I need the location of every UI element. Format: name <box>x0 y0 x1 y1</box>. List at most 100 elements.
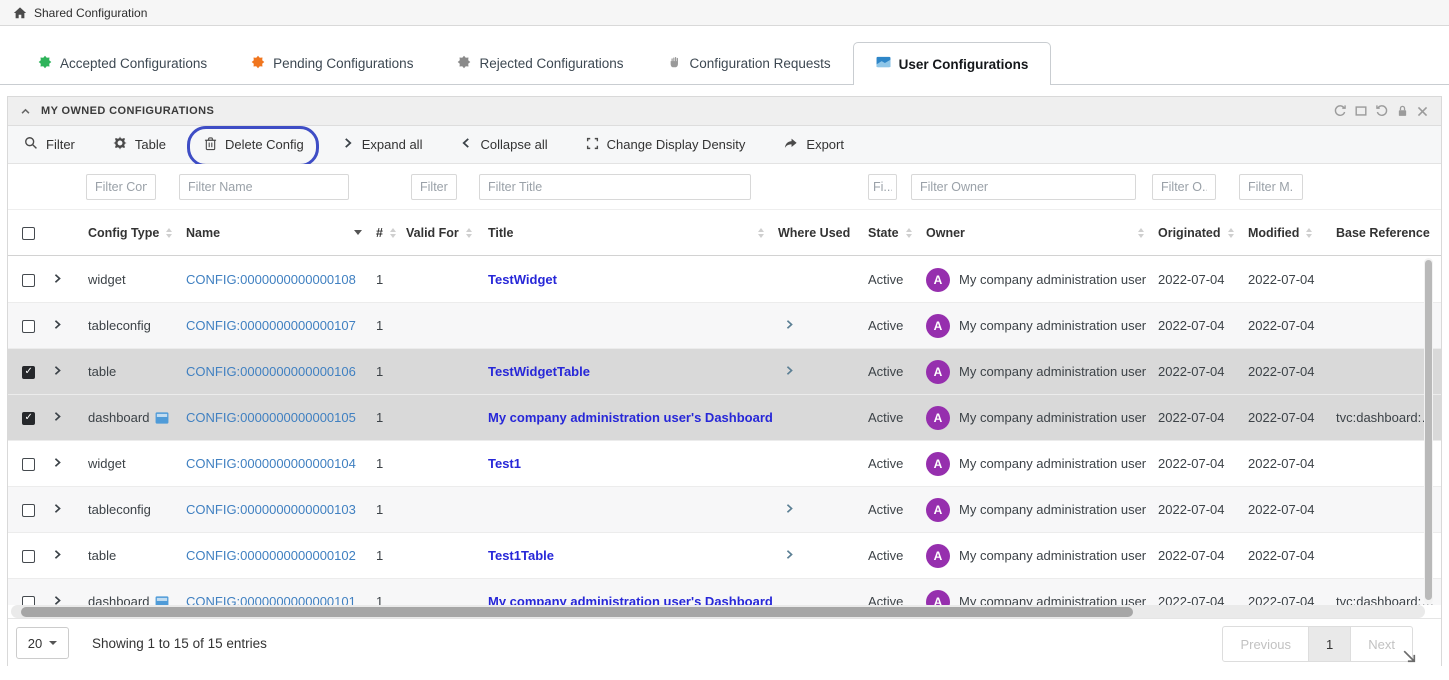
filter-originated-input[interactable] <box>1152 174 1216 200</box>
pagination: Previous 1 Next <box>1222 626 1413 662</box>
sort-icon[interactable] <box>758 228 764 238</box>
sort-icon[interactable] <box>466 228 472 238</box>
toolbar-label: Collapse all <box>480 137 547 152</box>
where-used-icon[interactable] <box>784 365 795 376</box>
close-icon[interactable] <box>1416 105 1429 118</box>
filter-title-input[interactable] <box>479 174 751 200</box>
tab-configuration-requests[interactable]: Configuration Requests <box>646 42 853 84</box>
row-checkbox[interactable] <box>22 596 35 605</box>
column-header-state[interactable]: State <box>868 226 899 240</box>
row-checkbox[interactable] <box>22 366 35 379</box>
owner-name: My company administration user <box>959 548 1146 563</box>
config-name-link[interactable]: CONFIG:0000000000000102 <box>186 548 356 563</box>
sort-icon[interactable] <box>906 228 912 238</box>
tab-user-configurations[interactable]: User Configurations <box>853 42 1052 85</box>
row-checkbox[interactable] <box>22 550 35 563</box>
column-header-title[interactable]: Title <box>488 226 513 240</box>
row-expand-icon[interactable] <box>52 503 63 514</box>
horizontal-scrollbar[interactable] <box>11 605 1425 618</box>
where-used-icon[interactable] <box>784 503 795 514</box>
filter-valid-for-input[interactable] <box>411 174 457 200</box>
row-expand-icon[interactable] <box>52 319 63 330</box>
config-name-link[interactable]: CONFIG:0000000000000103 <box>186 502 356 517</box>
page-size-select[interactable]: 20 <box>16 627 69 659</box>
horizontal-scrollbar-thumb[interactable] <box>21 607 1133 617</box>
table-row: dashboardCONFIG:00000000000001011My comp… <box>8 579 1441 605</box>
filter-name-input[interactable] <box>179 174 349 200</box>
maximize-icon[interactable] <box>1354 104 1368 118</box>
table-row: tableCONFIG:00000000000001021Test1TableA… <box>8 533 1441 579</box>
row-checkbox[interactable] <box>22 504 35 517</box>
filter-owner-input[interactable] <box>911 174 1136 200</box>
tab-label: Rejected Configurations <box>479 56 623 71</box>
column-header-config-type[interactable]: Config Type <box>88 226 159 240</box>
config-name-link[interactable]: CONFIG:0000000000000107 <box>186 318 356 333</box>
filter-state-input[interactable] <box>868 174 897 200</box>
row-expand-icon[interactable] <box>52 273 63 284</box>
config-type-cell: table <box>88 548 116 563</box>
column-header-name[interactable]: Name <box>186 226 220 240</box>
home-icon <box>13 6 27 20</box>
sort-icon[interactable] <box>390 228 396 238</box>
row-expand-icon[interactable] <box>52 365 63 376</box>
lock-icon[interactable] <box>1396 104 1409 118</box>
tab-pending-configurations[interactable]: Pending Configurations <box>229 42 435 84</box>
current-page-button[interactable]: 1 <box>1309 627 1351 661</box>
filter-config-type-input[interactable] <box>86 174 156 200</box>
collapse-chevron-icon[interactable] <box>20 106 31 117</box>
sort-icon[interactable] <box>166 228 172 238</box>
row-checkbox[interactable] <box>22 320 35 333</box>
sort-descending-icon[interactable] <box>354 230 362 235</box>
config-title-link[interactable]: My company administration user's Dashboa… <box>488 594 773 605</box>
column-header-owner[interactable]: Owner <box>926 226 965 240</box>
config-title-link[interactable]: TestWidgetTable <box>488 364 590 379</box>
expand-icon <box>586 137 599 153</box>
filter-modified-input[interactable] <box>1239 174 1303 200</box>
where-used-icon[interactable] <box>784 549 795 560</box>
vertical-scrollbar[interactable] <box>1424 258 1433 604</box>
undo-icon[interactable] <box>1375 104 1389 118</box>
resize-handle-icon[interactable] <box>1401 648 1418 670</box>
row-expand-icon[interactable] <box>52 595 63 605</box>
state-cell: Active <box>868 594 903 605</box>
config-title-link[interactable]: Test1 <box>488 456 521 471</box>
previous-page-button[interactable]: Previous <box>1223 627 1309 661</box>
change-display-density-button[interactable]: Change Display Density <box>586 137 746 153</box>
export-button[interactable]: Export <box>783 136 844 153</box>
config-title-link[interactable]: TestWidget <box>488 272 557 287</box>
row-expand-icon[interactable] <box>52 549 63 560</box>
config-name-link[interactable]: CONFIG:0000000000000108 <box>186 272 356 287</box>
row-checkbox[interactable] <box>22 458 35 471</box>
toolbar-label: Filter <box>46 137 75 152</box>
where-used-icon[interactable] <box>784 319 795 330</box>
sort-icon[interactable] <box>1306 228 1312 238</box>
row-checkbox[interactable] <box>22 274 35 287</box>
sort-icon[interactable] <box>1228 228 1234 238</box>
refresh-icon[interactable] <box>1333 104 1347 118</box>
config-name-link[interactable]: CONFIG:0000000000000105 <box>186 410 356 425</box>
tab-rejected-configurations[interactable]: Rejected Configurations <box>435 42 645 84</box>
row-checkbox[interactable] <box>22 412 35 425</box>
row-expand-icon[interactable] <box>52 411 63 422</box>
column-header-modified[interactable]: Modified <box>1248 226 1299 240</box>
config-title-link[interactable]: Test1Table <box>488 548 554 563</box>
column-header-valid-for[interactable]: Valid For <box>406 226 459 240</box>
config-name-link[interactable]: CONFIG:0000000000000104 <box>186 456 356 471</box>
collapse-all-button[interactable]: Collapse all <box>460 137 547 152</box>
table-settings-button[interactable]: Table <box>113 136 166 153</box>
column-header-base-reference[interactable]: Base Reference <box>1336 226 1430 240</box>
select-all-checkbox[interactable] <box>22 227 35 240</box>
delete-config-button[interactable]: Delete Config <box>204 136 304 154</box>
row-expand-icon[interactable] <box>52 457 63 468</box>
column-header-where-used[interactable]: Where Used <box>778 226 850 240</box>
column-header-originated[interactable]: Originated <box>1158 226 1221 240</box>
config-name-link[interactable]: CONFIG:0000000000000101 <box>186 594 356 605</box>
column-header-revision[interactable]: # <box>376 226 383 240</box>
config-title-link[interactable]: My company administration user's Dashboa… <box>488 410 773 425</box>
filter-button[interactable]: Filter <box>24 136 75 153</box>
config-name-link[interactable]: CONFIG:0000000000000106 <box>186 364 356 379</box>
vertical-scrollbar-thumb[interactable] <box>1425 260 1432 600</box>
expand-all-button[interactable]: Expand all <box>342 137 423 152</box>
sort-icon[interactable] <box>1138 228 1144 238</box>
tab-accepted-configurations[interactable]: Accepted Configurations <box>16 42 229 84</box>
